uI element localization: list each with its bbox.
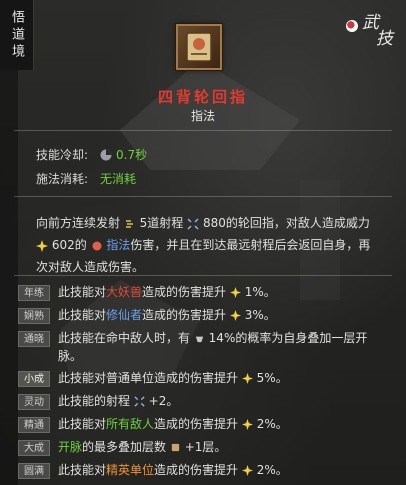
- projectile-count-icon: [125, 219, 133, 228]
- upgrade-row: 年练 此技能对大妖兽造成的伤害提升 1%。: [18, 283, 398, 306]
- upgrade-badge: 灵动: [18, 394, 50, 410]
- upgrade-badge: 圆满: [18, 463, 50, 479]
- power-star-icon: [36, 239, 48, 252]
- range-icon: [187, 217, 199, 230]
- divider: [14, 196, 392, 197]
- skill-type: 指法: [190, 109, 215, 123]
- upgrade-list: 年练 此技能对大妖兽造成的伤害提升 1%。 娴熟 此技能对修仙者造成的伤害提升 …: [18, 283, 398, 484]
- bonus-star-icon: [241, 373, 253, 384]
- upgrade-badge: 小成: [18, 371, 50, 387]
- upgrade-row: 通晓 此技能在命中敌人时，有 14%的概率为自身叠加一层开脉。: [18, 329, 398, 369]
- upgrade-badge: 通晓: [18, 331, 50, 347]
- upgrade-row: 小成 此技能对普通单位造成的伤害提升 5%。: [18, 369, 398, 392]
- chance-icon: [195, 336, 204, 343]
- divider: [14, 130, 392, 131]
- upgrade-row: 灵动 此技能的射程 +2。: [18, 392, 398, 415]
- finger-skill-icon: [92, 241, 102, 250]
- cost-value: 无消耗: [100, 172, 137, 186]
- skill-icon: [176, 24, 222, 70]
- upgrade-row: 精通 此技能对所有敌人造成的伤害提升 2%。: [18, 415, 398, 438]
- skill-detail-panel: 四背轮回指 指法 技能冷却: 0.7秒 施法消耗: 无消耗 向前方连续发射 5道…: [0, 0, 406, 485]
- upgrade-badge: 精通: [18, 417, 50, 433]
- bonus-star-icon: [229, 287, 241, 298]
- cooldown-row: 技能冷却: 0.7秒: [36, 148, 148, 162]
- stack-icon: [171, 443, 180, 452]
- range-icon: [134, 396, 145, 407]
- bonus-star-icon: [241, 465, 253, 476]
- cooldown-clock-icon: [100, 149, 112, 160]
- bonus-star-icon: [229, 310, 241, 321]
- divider: [14, 275, 392, 276]
- bonus-star-icon: [241, 419, 253, 430]
- upgrade-row: 娴熟 此技能对修仙者造成的伤害提升 3%。: [18, 306, 398, 329]
- skill-description: 向前方连续发射 5道射程 880的轮回指，对敌人造成威力 602的 指法伤害，并…: [36, 216, 371, 274]
- upgrade-badge: 娴熟: [18, 308, 50, 324]
- upgrade-row: 圆满 此技能对精英单位造成的伤害提升 2%。: [18, 461, 398, 484]
- upgrade-badge: 大成: [18, 440, 50, 456]
- cost-row: 施法消耗: 无消耗: [36, 172, 137, 186]
- skill-name: 四背轮回指: [157, 88, 248, 106]
- scroll-book-icon: [186, 32, 212, 62]
- upgrade-row: 大成 开脉的最多叠加层数 +1层。: [18, 438, 398, 461]
- cooldown-value: 0.7秒: [116, 148, 148, 162]
- upgrade-badge: 年练: [18, 285, 50, 301]
